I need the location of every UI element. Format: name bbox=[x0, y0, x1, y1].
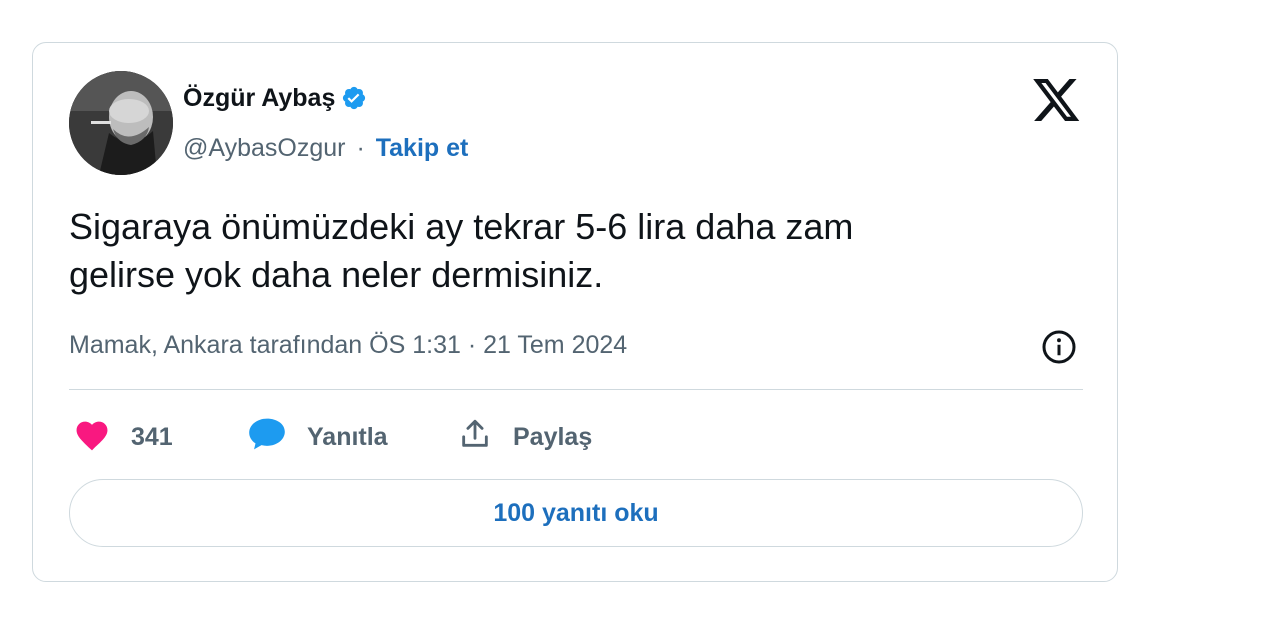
speech-bubble-icon bbox=[247, 417, 287, 458]
author-handle[interactable]: @AybasOzgur bbox=[183, 134, 346, 162]
tweet-card: Özgür Aybaş @AybasOzgur · Takip et Sigar… bbox=[32, 42, 1118, 582]
x-logo-icon[interactable] bbox=[1033, 79, 1081, 123]
like-count: 341 bbox=[131, 422, 173, 451]
reply-label: Yanıtla bbox=[307, 422, 388, 451]
divider bbox=[69, 389, 1083, 390]
handle-row: @AybasOzgur · Takip et bbox=[183, 131, 468, 165]
separator-dot: · bbox=[356, 134, 365, 162]
verified-badge-icon bbox=[341, 85, 367, 111]
info-icon[interactable] bbox=[1041, 329, 1077, 365]
share-label: Paylaş bbox=[513, 422, 593, 451]
like-button[interactable]: 341 bbox=[73, 417, 173, 457]
share-upload-icon bbox=[457, 417, 493, 458]
tweet-text-line: Sigaraya önümüzdeki ay tekrar 5-6 lira d… bbox=[69, 206, 854, 247]
author-name-row[interactable]: Özgür Aybaş bbox=[183, 81, 367, 115]
read-replies-button[interactable]: 100 yanıtı oku bbox=[69, 479, 1083, 547]
follow-button[interactable]: Takip et bbox=[376, 134, 469, 162]
author-name[interactable]: Özgür Aybaş bbox=[183, 81, 335, 115]
avatar[interactable] bbox=[69, 71, 173, 175]
tweet-text-line: gelirse yok daha neler dermisiniz. bbox=[69, 254, 604, 295]
reply-button[interactable]: Yanıtla bbox=[247, 417, 388, 457]
tweet-location-timestamp[interactable]: Mamak, Ankara tarafından ÖS 1:31 · 21 Te… bbox=[69, 328, 627, 362]
share-button[interactable]: Paylaş bbox=[457, 417, 592, 457]
heart-icon bbox=[73, 417, 111, 458]
tweet-text: Sigaraya önümüzdeki ay tekrar 5-6 lira d… bbox=[69, 203, 1069, 299]
